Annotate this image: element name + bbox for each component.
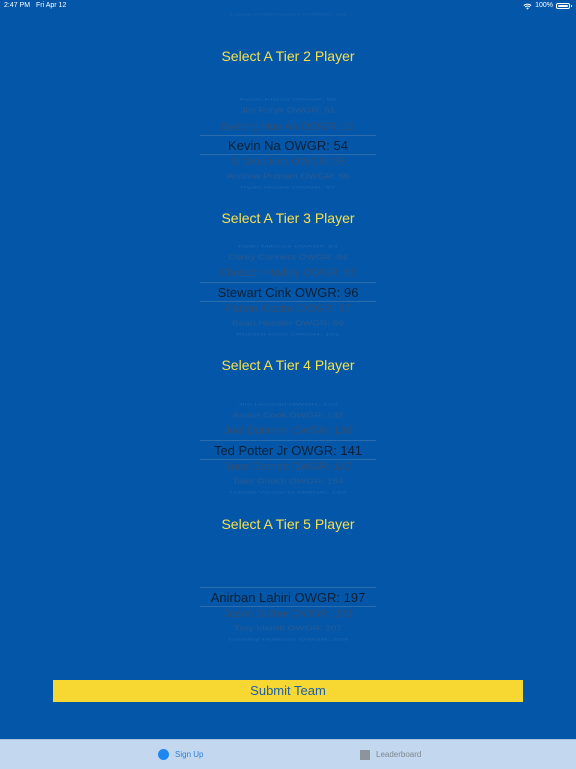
selection-indicator-top	[200, 440, 376, 441]
picker-option[interactable]: Ryan Moore OWGR: 57	[200, 185, 376, 190]
picker-option[interactable]: Corey Conners OWGR: 84	[200, 253, 376, 261]
selection-indicator-bottom	[200, 606, 376, 607]
picker-option[interactable]: Joel Dahmen OWGR: 136	[200, 425, 376, 437]
tier-4-picker[interactable]: Jim Herman OWGR: 128 Austin Cook OWGR: 1…	[200, 399, 376, 499]
tier-5-picker[interactable]: Anirban Lahiri OWGR: 197 Jason Dufner OW…	[200, 546, 376, 646]
selection-indicator-top	[200, 135, 376, 136]
leaderboard-icon	[360, 749, 370, 760]
picker-option-selected[interactable]: Ted Potter Jr OWGR: 141	[200, 443, 376, 458]
picker-option[interactable]: Andrew Putnam OWGR: 56	[200, 172, 376, 180]
tab-leaderboard[interactable]: Leaderboard	[360, 740, 421, 769]
picker-option[interactable]: Austin Cook OWGR: 132	[200, 411, 376, 419]
picker-option[interactable]: Louis Oosthuizen OWGR: 28	[200, 12, 376, 17]
status-right: 100%	[523, 0, 572, 12]
tier-3-title: Select A Tier 3 Player	[221, 210, 355, 226]
picker-option[interactable]: Kevin Kisner OWGR: 50	[200, 97, 376, 102]
picker-option[interactable]: Chesson Hadley OWGR: 86	[200, 267, 376, 279]
tier-2-picker[interactable]: Kevin Kisner OWGR: 50 Jim Furyk OWGR: 51…	[200, 94, 376, 194]
sign-up-icon	[158, 749, 169, 760]
picker-option[interactable]: Jason Dufner OWGR: 203	[200, 608, 376, 620]
tab-sign-up-label: Sign Up	[175, 750, 204, 759]
selection-indicator-bottom	[200, 459, 376, 460]
submit-team-button[interactable]: Submit Team	[53, 680, 523, 702]
picker-option[interactable]: Byeong Hun An OWGR: 52	[200, 121, 376, 133]
status-bar: 2:47 PM Fri Apr 12 100%	[0, 0, 576, 12]
tab-leaderboard-label: Leaderboard	[376, 750, 422, 759]
selection-indicator-top	[200, 587, 376, 588]
picker-option[interactable]: Jim Herman OWGR: 128	[200, 402, 376, 407]
status-time: 2:47 PM	[4, 2, 31, 9]
picker-option[interactable]: Patton Kizzire OWGR: 97	[200, 303, 376, 315]
picker-option[interactable]: Russell Knox OWGR: 101	[200, 332, 376, 337]
picker-option[interactable]: Troy Merritt OWGR: 207	[200, 624, 376, 632]
picker-option[interactable]: Talor Gooch OWGR: 154	[200, 477, 376, 485]
picker-option[interactable]: Si Woo Kim OWGR: 55	[200, 156, 376, 168]
wifi-icon	[523, 3, 532, 10]
tier-5-title: Select A Tier 5 Player	[221, 516, 355, 532]
picker-option[interactable]: Jim Furyk OWGR: 51	[200, 106, 376, 114]
status-date: Fri Apr 12	[36, 2, 67, 9]
selection-indicator-bottom	[200, 301, 376, 302]
picker-option[interactable]: Beau Hossler OWGR: 99	[200, 319, 376, 327]
picker-option-selected[interactable]: Kevin Na OWGR: 54	[200, 138, 376, 153]
battery-percent: 100%	[535, 2, 553, 9]
selection-indicator-top	[200, 282, 376, 283]
picker-option[interactable]: Charley Hoffman OWGR: 209	[200, 637, 376, 642]
selection-indicator-bottom	[200, 154, 376, 155]
tab-sign-up[interactable]: Sign Up	[158, 740, 203, 769]
picker-option[interactable]: Brice Garnett OWGR: 147	[200, 461, 376, 473]
battery-icon	[556, 3, 572, 9]
tier-2-title: Select A Tier 2 Player	[221, 48, 355, 64]
picker-option-selected[interactable]: Anirban Lahiri OWGR: 197	[200, 590, 376, 605]
picker-option[interactable]: Harold Varner III OWGR: 159	[200, 490, 376, 495]
tab-bar: Sign Up Leaderboard	[0, 739, 576, 769]
tier-4-title: Select A Tier 4 Player	[221, 357, 355, 373]
picker-option-selected[interactable]: Stewart Cink OWGR: 96	[200, 285, 376, 300]
tier-3-picker[interactable]: Keith Mitchell OWGR: 83 Corey Conners OW…	[200, 241, 376, 341]
picker-option[interactable]: Keith Mitchell OWGR: 83	[200, 244, 376, 249]
